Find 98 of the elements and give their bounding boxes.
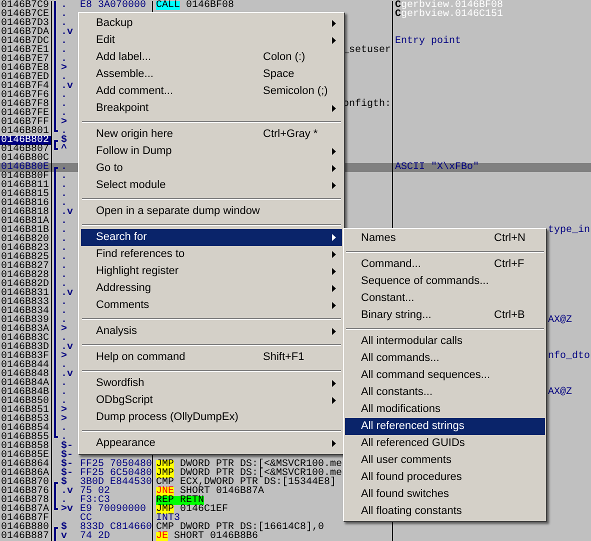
jump-mark: $ xyxy=(61,523,68,532)
jump-mark: . xyxy=(61,253,68,262)
jump-mark: . xyxy=(61,388,68,397)
jump-mark: > xyxy=(61,64,68,73)
hex-bytes: E8 3A070000 xyxy=(80,0,146,11)
comment-text: nfo_dto xyxy=(548,352,590,361)
jump-mark: > xyxy=(61,406,68,415)
jump-mark: . xyxy=(61,397,68,406)
disasm-text: onfigth: xyxy=(343,100,392,109)
jump-mark: > xyxy=(61,352,68,361)
mnemonic-highlight: JE xyxy=(156,532,168,541)
jump-mark: . xyxy=(61,244,68,253)
comment-text: gerbview.0146C151 xyxy=(401,10,504,19)
comment-text: AX@Z xyxy=(548,316,572,325)
jump-mark: $- xyxy=(61,469,74,478)
mnemonic-highlight: INT3 xyxy=(156,514,180,523)
disasm-text: _setuser xyxy=(343,46,392,55)
jump-mark: . xyxy=(61,298,68,307)
operand-text: 0146C1EF xyxy=(180,505,228,514)
jump-mark: .v xyxy=(61,82,74,91)
mnemonic-highlight: JMP xyxy=(156,460,174,469)
jump-mark: $- xyxy=(61,460,74,469)
jump-mark: . xyxy=(61,37,68,46)
jump-mark: . xyxy=(61,190,68,199)
jump-mark: . xyxy=(61,235,68,244)
jump-mark: . xyxy=(61,217,68,226)
jump-mark: v xyxy=(61,532,68,541)
comment-text: type_in xyxy=(548,226,590,235)
comment-text: gerbview.0146BF08 xyxy=(401,1,504,10)
jump-mark: . xyxy=(61,316,68,325)
jump-mark: . xyxy=(61,127,68,136)
jump-mark: . xyxy=(61,55,68,64)
jump-mark: . xyxy=(61,262,68,271)
jump-mark: . xyxy=(61,91,68,100)
jump-mark: > xyxy=(61,325,68,334)
jump-mark: . xyxy=(61,496,68,505)
jump-mark: . xyxy=(61,307,68,316)
jump-mark: > xyxy=(61,118,68,127)
jump-mark: .v xyxy=(61,208,74,217)
jump-mark: .v xyxy=(61,289,74,298)
hex-bytes: E9 70090000 xyxy=(80,504,146,515)
jump-mark: . xyxy=(61,379,68,388)
jump-mark: .v xyxy=(61,370,74,379)
jump-mark: $ xyxy=(61,478,68,487)
hex-bytes: 833D C814660 xyxy=(80,522,152,533)
mnemonic-highlight: REP RETN xyxy=(156,496,204,505)
jump-mark: .v xyxy=(61,343,74,352)
jump-mark: . xyxy=(61,424,68,433)
hex-bytes: 3B0D E844530 xyxy=(80,477,152,488)
mnemonic-highlight: JMP xyxy=(156,505,174,514)
mnemonic-highlight: CMP xyxy=(156,478,174,487)
jump-mark: > xyxy=(61,415,68,424)
jump-mark: .v xyxy=(61,28,74,37)
jump-mark: . xyxy=(61,271,68,280)
jump-mark: >v xyxy=(61,505,74,514)
mnemonic-highlight: CMP xyxy=(156,523,174,532)
operand-text: DWORD PTR DS:[<&MSVCR100.me xyxy=(180,469,342,478)
hex-bytes: 74 2D xyxy=(80,531,110,541)
call-marker: C xyxy=(395,1,402,10)
jump-mark: . xyxy=(61,10,68,19)
jump-mark: . xyxy=(61,280,68,289)
comment-text: ASCII "X\xFBo" xyxy=(395,163,480,172)
jump-mark: $- xyxy=(61,442,74,451)
jump-mark: . xyxy=(61,163,68,172)
operand-text: ECX,DWORD PTR DS:[15344E8] xyxy=(180,478,336,487)
jump-mark: $- xyxy=(61,451,74,460)
mnemonic-highlight: CALL xyxy=(156,1,180,10)
mnemonic-highlight: JMP xyxy=(156,469,174,478)
jump-mark: . xyxy=(61,361,68,370)
jump-mark: . xyxy=(61,172,68,181)
operand-text: DWORD PTR DS:[16614C8],0 xyxy=(180,523,324,532)
mnemonic-highlight: JNE xyxy=(156,487,174,496)
jump-mark: $ xyxy=(61,136,68,145)
comment-text: Entry point xyxy=(395,37,462,46)
hex-bytes: 75 02 xyxy=(80,486,110,497)
jump-mark: . xyxy=(61,100,68,109)
jump-mark: .v xyxy=(61,487,74,496)
operand-text: DWORD PTR DS:[<&MSVCR100.me xyxy=(180,460,342,469)
jump-mark: . xyxy=(61,19,68,28)
hex-bytes: FF25 7050480 xyxy=(80,459,152,470)
jump-mark: . xyxy=(61,109,68,118)
jump-mark: . xyxy=(61,1,68,10)
jump-mark: . xyxy=(61,199,68,208)
jump-mark: . xyxy=(61,433,68,442)
hex-bytes: CC xyxy=(80,513,92,524)
operand-text: 0146BF08 xyxy=(186,1,234,10)
operand-text: SHORT 0146B87A xyxy=(180,487,264,496)
comment-text: AX@Z xyxy=(548,388,572,397)
call-marker: C xyxy=(395,10,402,19)
jump-mark: . xyxy=(61,226,68,235)
jump-mark: . xyxy=(61,334,68,343)
jump-mark: ^ xyxy=(61,145,68,154)
hex-bytes: F3:C3 xyxy=(80,495,110,506)
operand-text: SHORT 0146B8B6 xyxy=(174,532,258,541)
jump-mark: . xyxy=(61,46,68,55)
hex-bytes: FF25 6C50480 xyxy=(80,468,152,479)
jump-mark: . xyxy=(61,73,68,82)
jump-mark: . xyxy=(61,181,68,190)
